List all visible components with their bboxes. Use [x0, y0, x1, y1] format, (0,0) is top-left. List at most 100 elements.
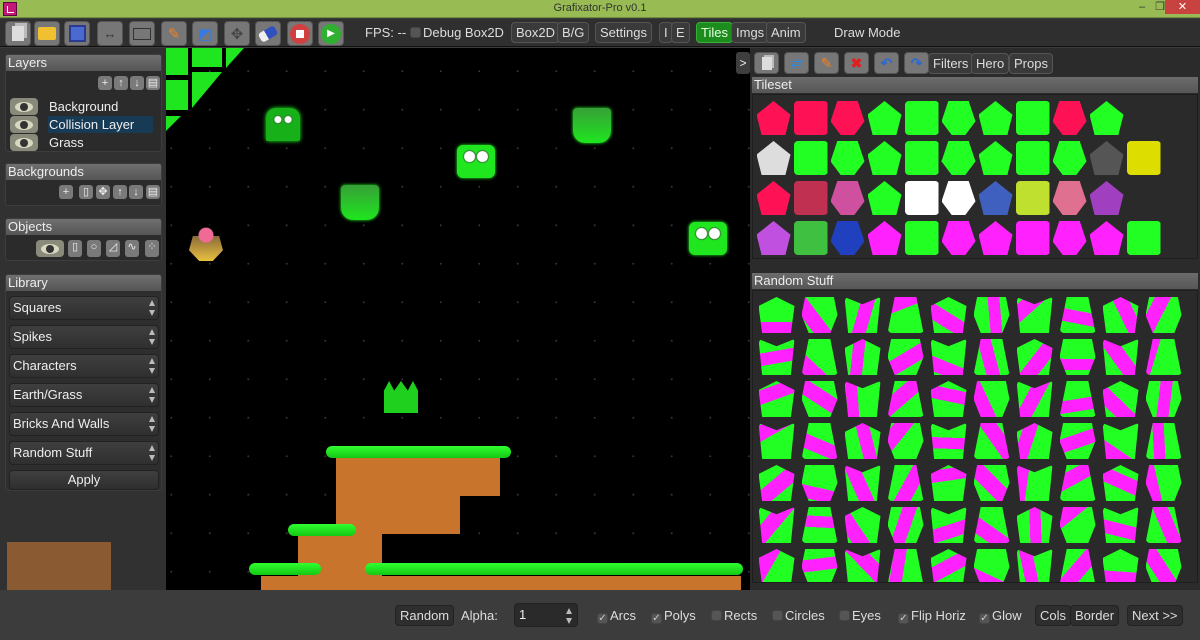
- random-stuff-tile[interactable]: [1102, 465, 1139, 501]
- random-stuff-tile[interactable]: [758, 381, 795, 417]
- tileset-tile[interactable]: [1015, 141, 1050, 175]
- random-stuff-tile[interactable]: [1102, 339, 1139, 375]
- random-stuff-tile[interactable]: [1059, 297, 1096, 333]
- tileset-tile[interactable]: [756, 101, 791, 135]
- undo-button[interactable]: ↶: [874, 52, 899, 74]
- move-tool-button[interactable]: ✥: [224, 21, 250, 46]
- tileset-tile[interactable]: [904, 101, 939, 135]
- layer-visibility-toggle[interactable]: [10, 134, 38, 151]
- spike-sprite[interactable]: [384, 381, 418, 413]
- tileset-tile[interactable]: [756, 221, 791, 255]
- random-stuff-tile[interactable]: [844, 507, 881, 543]
- random-stuff-tile[interactable]: [887, 465, 924, 501]
- close-button[interactable]: ✕: [1165, 0, 1200, 14]
- imgs-tab[interactable]: Imgs: [731, 22, 770, 43]
- collapse-panel-button[interactable]: >: [736, 52, 750, 74]
- redo-button[interactable]: ↷: [904, 52, 929, 74]
- random-stuff-tile[interactable]: [887, 339, 924, 375]
- enemy-sprite[interactable]: [573, 108, 611, 143]
- tileset-tile[interactable]: [1164, 221, 1198, 255]
- tileset-tile[interactable]: [1164, 101, 1198, 135]
- random-stuff-tile[interactable]: [844, 549, 881, 582]
- layer-item[interactable]: Collision Layer: [48, 116, 153, 133]
- add-background-button[interactable]: +: [59, 185, 73, 199]
- object-rect-button[interactable]: ▯: [68, 240, 82, 257]
- border-button[interactable]: Border: [1070, 605, 1120, 626]
- layer-item[interactable]: Background Layer: [48, 98, 153, 131]
- random-stuff-tile[interactable]: [1016, 381, 1053, 417]
- random-stuff-tile[interactable]: [1059, 339, 1096, 375]
- tileset-tile[interactable]: [1089, 101, 1124, 135]
- tileset-tile[interactable]: [1015, 221, 1050, 255]
- enemy-sprite[interactable]: [266, 108, 300, 141]
- tileset-tile[interactable]: [1164, 141, 1198, 175]
- enemy-sprite[interactable]: [457, 145, 495, 178]
- random-stuff-tile[interactable]: [801, 297, 838, 333]
- glow-checkbox[interactable]: ✓ Glow: [979, 608, 1022, 624]
- random-stuff-tile[interactable]: [930, 465, 967, 501]
- fill-tool-button[interactable]: ◩: [192, 21, 218, 46]
- background-move-button[interactable]: ✥: [96, 185, 110, 199]
- level-canvas[interactable]: [166, 48, 750, 590]
- anim-tab[interactable]: Anim: [766, 22, 806, 43]
- random-stuff-tile[interactable]: [887, 507, 924, 543]
- rects-checkbox[interactable]: Rects: [711, 608, 757, 623]
- random-stuff-tile[interactable]: [887, 381, 924, 417]
- random-stuff-tile[interactable]: [930, 339, 967, 375]
- object-polygon-button[interactable]: ◿: [106, 240, 120, 257]
- tileset-tile[interactable]: [1052, 141, 1087, 175]
- tileset-tile[interactable]: [867, 221, 902, 255]
- tileset-tile[interactable]: [941, 181, 976, 215]
- random-stuff-tile[interactable]: [1059, 507, 1096, 543]
- hero-button[interactable]: Hero: [971, 53, 1010, 74]
- tileset-tile[interactable]: [793, 221, 828, 255]
- random-stuff-tile[interactable]: [1102, 549, 1139, 582]
- random-stuff-tile[interactable]: [930, 423, 967, 459]
- tileset-tile[interactable]: [793, 141, 828, 175]
- tileset-tile[interactable]: [1126, 221, 1161, 255]
- random-stuff-tile[interactable]: [887, 549, 924, 582]
- save-button[interactable]: [64, 21, 90, 46]
- apply-button[interactable]: Apply: [9, 470, 159, 490]
- add-layer-button[interactable]: +: [98, 76, 112, 90]
- tileset-tile[interactable]: [1089, 181, 1124, 215]
- random-stuff-tile[interactable]: [758, 423, 795, 459]
- random-stuff-tile[interactable]: [801, 549, 838, 582]
- random-stuff-tile[interactable]: [844, 339, 881, 375]
- random-stuff-tile[interactable]: [801, 507, 838, 543]
- random-stuff-tile[interactable]: [758, 465, 795, 501]
- layer-item[interactable]: Grass: [48, 134, 153, 151]
- random-stuff-tile[interactable]: [1059, 465, 1096, 501]
- rectangle-tool-button[interactable]: [129, 21, 155, 46]
- pencil-tool-button[interactable]: ✎: [161, 21, 187, 46]
- random-stuff-tile[interactable]: [973, 549, 1010, 582]
- tileset-tile[interactable]: [830, 181, 865, 215]
- layer-visibility-toggle[interactable]: [10, 116, 38, 133]
- tileset-tile[interactable]: [1052, 181, 1087, 215]
- tileset-tile[interactable]: [1127, 101, 1161, 135]
- filters-button[interactable]: Filters: [928, 53, 974, 74]
- tileset-tile[interactable]: [793, 101, 828, 135]
- random-stuff-tile[interactable]: [1016, 339, 1053, 375]
- tileset-tile[interactable]: [756, 141, 791, 175]
- background-up-button[interactable]: ↑: [113, 185, 127, 199]
- object-chain-button[interactable]: ∿: [125, 240, 139, 257]
- random-stuff-tile[interactable]: [973, 297, 1010, 333]
- random-stuff-tile[interactable]: [887, 423, 924, 459]
- random-stuff-tile[interactable]: [1145, 381, 1182, 417]
- settings-button[interactable]: Settings: [595, 22, 652, 43]
- tileset-tile[interactable]: [1089, 221, 1124, 255]
- random-stuff-tile[interactable]: [844, 297, 881, 333]
- tileset-tile[interactable]: [904, 141, 939, 175]
- random-stuff-tile[interactable]: [1059, 549, 1096, 582]
- cols-button[interactable]: Cols: [1035, 605, 1072, 626]
- library-select-bricks[interactable]: Bricks And Walls: [9, 412, 159, 436]
- delete-button[interactable]: ✖: [844, 52, 869, 74]
- random-stuff-tile[interactable]: [1102, 423, 1139, 459]
- tileset-tile[interactable]: [941, 141, 976, 175]
- tileset-tile[interactable]: [830, 141, 865, 175]
- play-button[interactable]: ▶: [318, 21, 344, 46]
- box2d-button[interactable]: Box2D: [511, 22, 561, 43]
- next-button[interactable]: Next >>: [1127, 605, 1183, 626]
- random-stuff-tile[interactable]: [1016, 465, 1053, 501]
